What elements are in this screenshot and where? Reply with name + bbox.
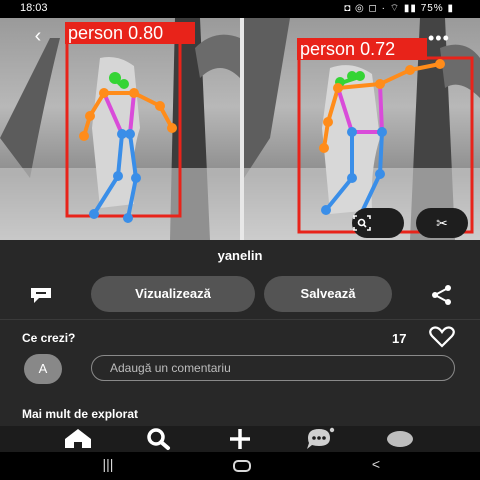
tab-profile[interactable] <box>380 426 420 452</box>
tab-create[interactable] <box>220 426 260 452</box>
battery-icon: ▮ <box>447 3 454 14</box>
comment-input[interactable] <box>91 355 455 381</box>
battery-percent: 75% <box>420 3 444 14</box>
status-bar: 18:03 ◘ ◎ ◻ · ⌔ ▮▮ 75% ▮ <box>0 0 480 18</box>
right-detection-label: person 0.72 <box>300 39 395 59</box>
share-icon[interactable] <box>430 284 454 306</box>
left-detection-label: person 0.80 <box>68 23 163 43</box>
system-back-button[interactable]: < <box>356 456 396 476</box>
create-icon <box>230 429 250 449</box>
tab-messages[interactable] <box>300 426 340 452</box>
system-back-icon: < <box>371 456 381 472</box>
comment-bubble-icon[interactable] <box>28 285 54 305</box>
signal-icon: ▮▮ <box>403 3 417 14</box>
scissors-icon: ✂ <box>436 215 448 231</box>
more-icon: ••• <box>428 28 450 48</box>
home-circle-icon <box>233 460 251 472</box>
system-nav-bar: ||| < <box>0 452 480 480</box>
more-options-button[interactable]: ••• <box>428 28 450 49</box>
back-icon: ‹ <box>34 25 42 47</box>
search-icon <box>147 428 170 450</box>
status-time: 18:03 <box>20 2 48 14</box>
tab-home[interactable] <box>58 426 98 452</box>
status-icons: ◘ ◎ ◻ · ⌔ ▮▮ 75% ▮ <box>344 2 454 15</box>
like-count: 17 <box>392 331 407 346</box>
action-row: Vizualizează Salvează <box>0 276 480 312</box>
back-button[interactable]: ‹ <box>26 24 50 48</box>
avatar[interactable]: A <box>24 354 62 384</box>
section-divider <box>0 319 480 320</box>
pin-image[interactable]: person 0.80 person 0.72 ‹ ••• ✂ <box>0 18 480 240</box>
home-icon <box>65 429 91 448</box>
home-system-button[interactable] <box>222 456 262 476</box>
pose-overlay: person 0.80 person 0.72 <box>0 18 480 240</box>
visual-search-icon <box>353 215 371 231</box>
messages-icon <box>307 427 335 449</box>
save-button[interactable]: Salvează <box>264 276 392 312</box>
profile-icon <box>387 431 413 447</box>
comments-heading: Ce crezi? <box>22 331 76 345</box>
notification-icons: ◘ ◎ ◻ · <box>344 3 386 14</box>
crop-button[interactable]: ✂ <box>416 208 468 238</box>
recent-apps-button[interactable]: ||| <box>88 456 128 476</box>
visual-search-button[interactable] <box>352 208 404 238</box>
recent-apps-icon: ||| <box>102 456 114 472</box>
tab-search[interactable] <box>138 426 178 452</box>
heart-icon[interactable] <box>428 326 456 348</box>
pin-username[interactable]: yanelin <box>0 248 480 263</box>
bottom-tab-bar <box>0 426 480 452</box>
explore-heading: Mai mult de explorat <box>22 407 139 421</box>
view-button[interactable]: Vizualizează <box>91 276 255 312</box>
wifi-icon: ⌔ <box>389 3 401 14</box>
